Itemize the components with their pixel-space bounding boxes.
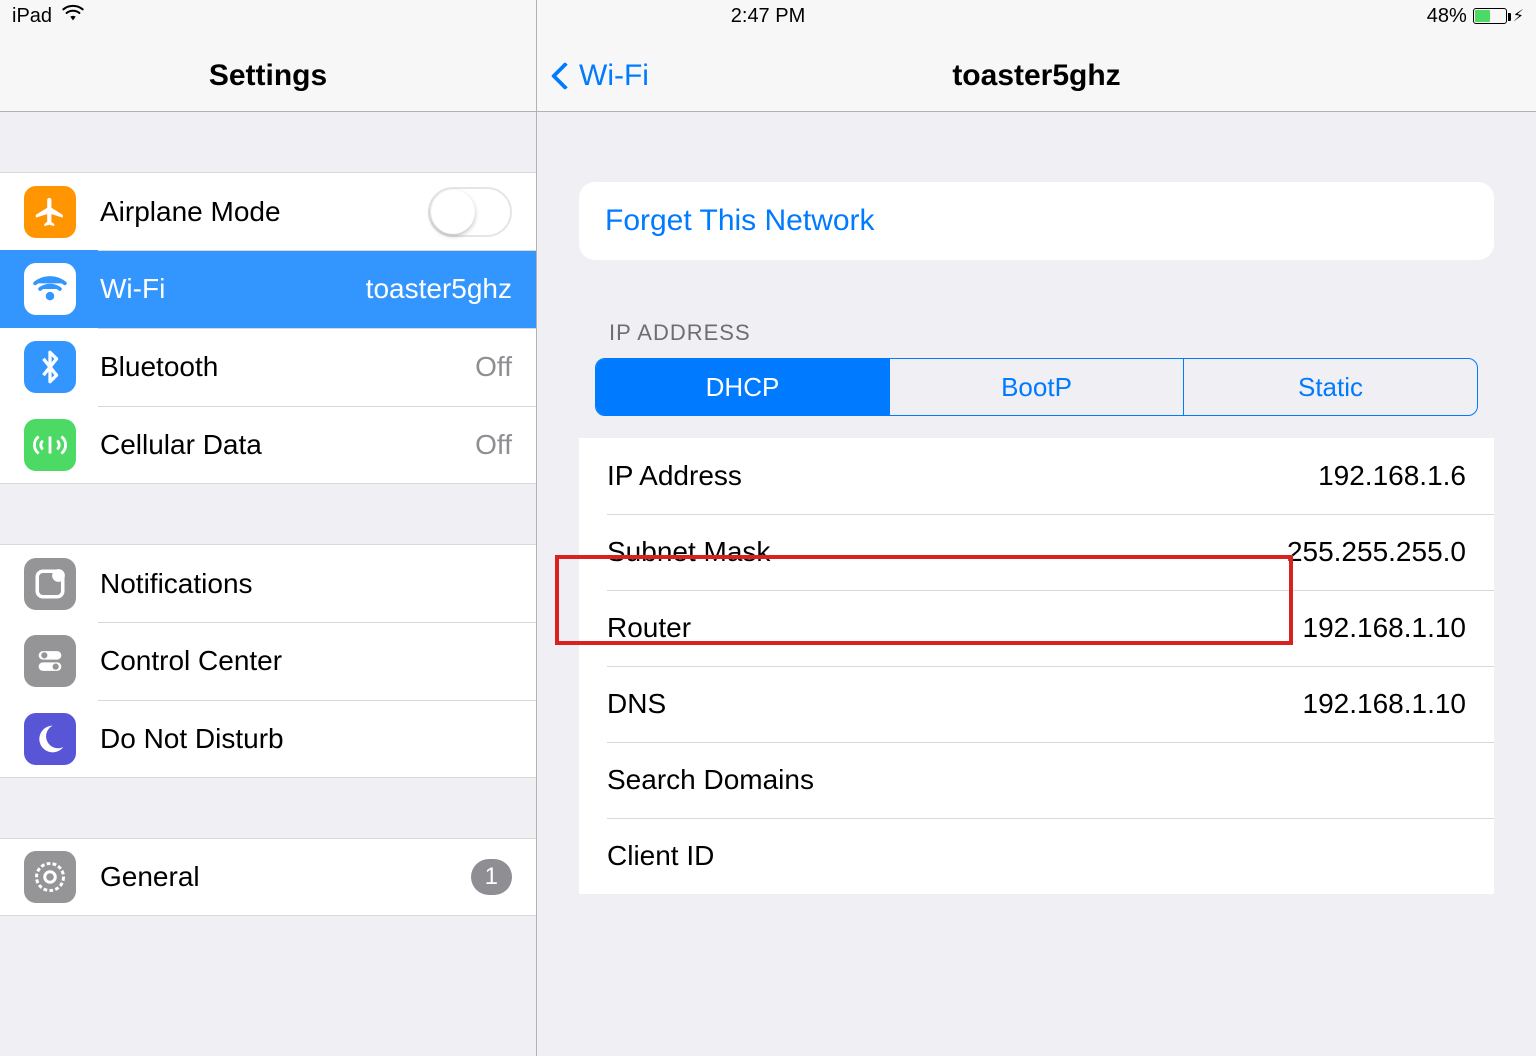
control-center-label: Control Center — [100, 645, 282, 677]
general-badge: 1 — [471, 859, 512, 895]
detail-title: toaster5ghz — [952, 59, 1120, 93]
segment-static[interactable]: Static — [1183, 359, 1477, 415]
value-ip-address: 192.168.1.6 — [1318, 460, 1466, 492]
sidebar-item-do-not-disturb[interactable]: Do Not Disturb — [0, 700, 536, 778]
sidebar-item-bluetooth[interactable]: Bluetooth Off — [0, 328, 536, 406]
back-button[interactable]: Wi-Fi — [555, 59, 649, 93]
value-dns: 192.168.1.10 — [1303, 688, 1467, 720]
device-label: iPad — [12, 5, 52, 28]
notifications-label: Notifications — [100, 568, 253, 600]
sidebar-item-wifi[interactable]: Wi-Fi toaster5ghz — [0, 250, 536, 328]
sidebar-item-airplane-mode[interactable]: Airplane Mode — [0, 172, 536, 250]
battery-pct: 48% — [1427, 5, 1467, 28]
sidebar-item-cellular-data[interactable]: Cellular Data Off — [0, 406, 536, 484]
segment-dhcp[interactable]: DHCP — [596, 359, 889, 415]
bluetooth-icon — [24, 341, 76, 393]
wifi-value: toaster5ghz — [366, 273, 512, 305]
charging-icon: ⚡︎ — [1513, 6, 1524, 26]
status-bar: iPad 2:47 PM 48% ⚡︎ — [0, 0, 1536, 32]
cellular-label: Cellular Data — [100, 429, 262, 461]
ip-mode-segmented-control[interactable]: DHCP BootP Static — [595, 358, 1478, 416]
airplane-toggle[interactable] — [428, 187, 512, 237]
bluetooth-label: Bluetooth — [100, 351, 218, 383]
dnd-label: Do Not Disturb — [100, 723, 284, 755]
wifi-icon — [24, 263, 76, 315]
sidebar-item-general[interactable]: General 1 — [0, 838, 536, 916]
cellular-value: Off — [475, 429, 512, 461]
ip-address-section-header: IP ADDRESS — [579, 320, 1494, 346]
segment-bootp[interactable]: BootP — [889, 359, 1183, 415]
clock: 2:47 PM — [731, 5, 805, 28]
airplane-icon — [24, 186, 76, 238]
chevron-left-icon — [551, 62, 579, 90]
row-router[interactable]: Router 192.168.1.10 — [579, 590, 1494, 666]
ip-details-list: IP Address 192.168.1.6 Subnet Mask 255.2… — [579, 438, 1494, 894]
label-subnet-mask: Subnet Mask — [607, 536, 770, 568]
label-router: Router — [607, 612, 691, 644]
wifi-status-icon — [62, 4, 84, 28]
moon-icon — [24, 713, 76, 765]
notifications-icon — [24, 558, 76, 610]
label-dns: DNS — [607, 688, 666, 720]
wifi-label: Wi-Fi — [100, 273, 165, 305]
battery-icon — [1473, 8, 1507, 24]
settings-sidebar: Settings Airplane Mode Wi-Fi toaster5ghz — [0, 0, 537, 1056]
detail-pane: Wi-Fi toaster5ghz Forget This Network IP… — [537, 0, 1536, 1056]
general-label: General — [100, 861, 200, 893]
sidebar-title: Settings — [209, 59, 327, 93]
label-search-domains: Search Domains — [607, 764, 814, 796]
forget-network-button[interactable]: Forget This Network — [579, 182, 1494, 260]
cellular-icon — [24, 419, 76, 471]
value-router: 192.168.1.10 — [1303, 612, 1467, 644]
row-client-id[interactable]: Client ID — [579, 818, 1494, 894]
airplane-label: Airplane Mode — [100, 196, 281, 228]
sidebar-item-notifications[interactable]: Notifications — [0, 544, 536, 622]
label-client-id: Client ID — [607, 840, 714, 872]
bluetooth-value: Off — [475, 351, 512, 383]
gear-icon — [24, 851, 76, 903]
value-subnet-mask: 255.255.255.0 — [1287, 536, 1466, 568]
back-label: Wi-Fi — [579, 59, 649, 93]
label-ip-address: IP Address — [607, 460, 742, 492]
row-search-domains[interactable]: Search Domains — [579, 742, 1494, 818]
sidebar-item-control-center[interactable]: Control Center — [0, 622, 536, 700]
row-subnet-mask[interactable]: Subnet Mask 255.255.255.0 — [579, 514, 1494, 590]
forget-network-card: Forget This Network — [579, 182, 1494, 260]
row-dns[interactable]: DNS 192.168.1.10 — [579, 666, 1494, 742]
row-ip-address[interactable]: IP Address 192.168.1.6 — [579, 438, 1494, 514]
control-center-icon — [24, 635, 76, 687]
